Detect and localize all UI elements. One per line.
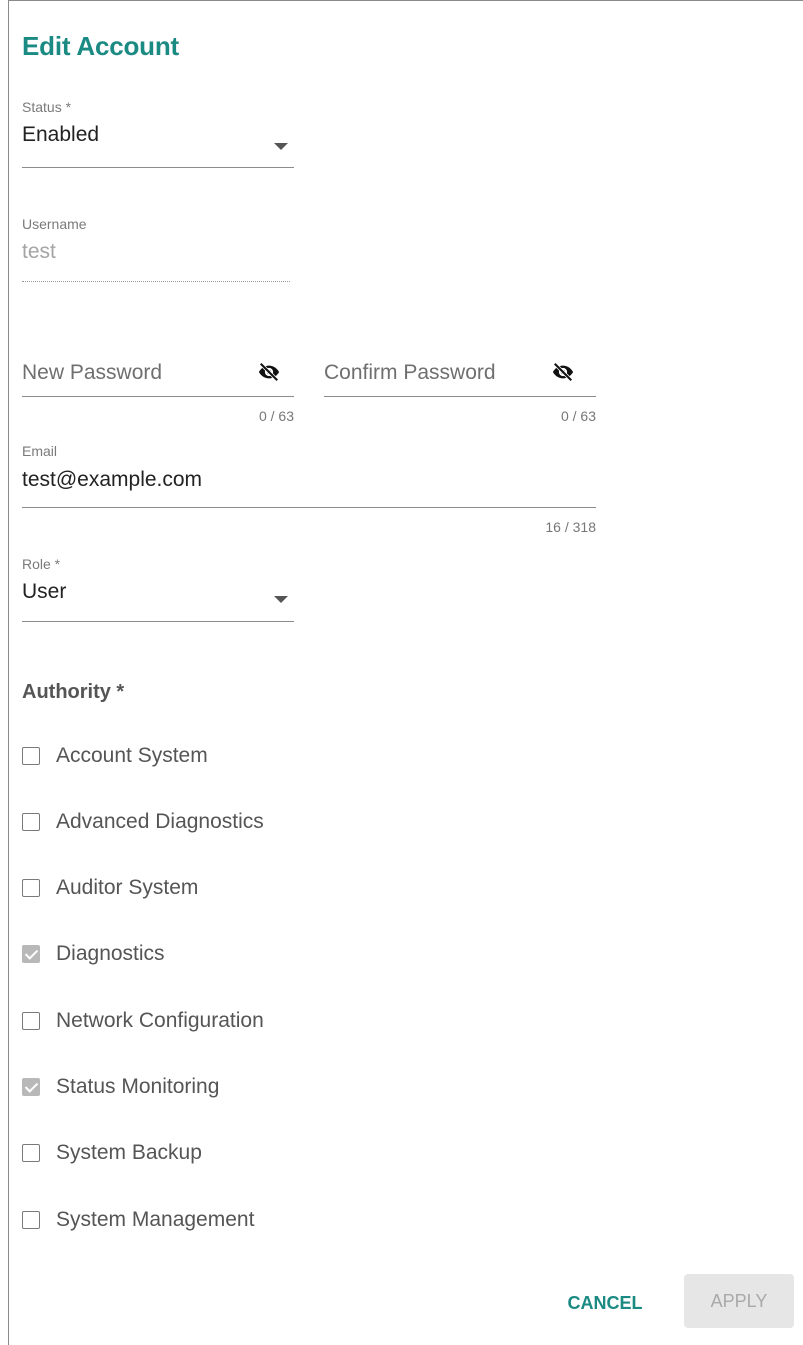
email-field[interactable]: Email test@example.com 16 / 318 [22, 443, 596, 543]
checkbox-label: Network Configuration [56, 1009, 264, 1032]
username-label: Username [22, 216, 87, 232]
username-value: test [22, 240, 56, 263]
authority-item-system-backup[interactable]: System Backup [22, 1138, 202, 1168]
authority-item-status-monitoring[interactable]: Status Monitoring [22, 1072, 219, 1102]
edit-account-dialog: Edit Account Status * Enabled Username t… [8, 0, 803, 1345]
checkbox-label: Advanced Diagnostics [56, 810, 264, 833]
authority-item-account-system[interactable]: Account System [22, 741, 208, 771]
authority-item-diagnostics[interactable]: Diagnostics [22, 939, 165, 969]
chevron-down-icon [274, 596, 288, 603]
new-password-field[interactable]: New Password 0 / 63 [22, 356, 294, 426]
checkbox-label: Status Monitoring [56, 1075, 220, 1098]
new-password-placeholder: New Password [22, 361, 163, 384]
status-select[interactable]: Status * Enabled [22, 99, 294, 169]
status-label: Status * [22, 99, 72, 115]
checkbox[interactable] [22, 747, 40, 765]
checkbox[interactable] [22, 879, 40, 897]
checkbox-label: Auditor System [56, 876, 199, 899]
checkbox[interactable] [22, 1012, 40, 1030]
eye-off-icon[interactable] [550, 361, 576, 383]
status-value: Enabled [22, 123, 100, 146]
authority-title: Authority * [22, 681, 125, 703]
authority-item-network-configuration[interactable]: Network Configuration [22, 1006, 264, 1036]
confirm-password-placeholder: Confirm Password [324, 361, 496, 384]
role-label: Role * [22, 556, 61, 572]
checkbox[interactable] [22, 1211, 40, 1229]
username-field: Username test [22, 216, 290, 286]
authority-item-auditor-system[interactable]: Auditor System [22, 873, 198, 903]
cancel-button[interactable]: CANCEL [557, 1283, 653, 1323]
confirm-password-counter: 0 / 63 [560, 408, 596, 424]
eye-off-icon[interactable] [256, 361, 282, 383]
checkbox[interactable] [22, 1144, 40, 1162]
checkbox-label: System Management [56, 1208, 255, 1231]
checkbox-label: Account System [56, 744, 208, 767]
checkbox-label: System Backup [56, 1141, 202, 1164]
checkbox-checked[interactable] [22, 1078, 40, 1096]
authority-item-system-management[interactable]: System Management [22, 1205, 254, 1235]
username-underline [22, 281, 290, 282]
confirm-password-underline [324, 396, 596, 397]
apply-button[interactable]: APPLY [684, 1274, 794, 1328]
confirm-password-field[interactable]: Confirm Password 0 / 63 [324, 356, 596, 426]
authority-item-advanced-diagnostics[interactable]: Advanced Diagnostics [22, 807, 264, 837]
role-value: User [22, 580, 67, 603]
new-password-underline [22, 396, 294, 397]
chevron-down-icon [274, 143, 288, 150]
email-underline [22, 507, 596, 508]
new-password-counter: 0 / 63 [258, 408, 294, 424]
email-value: test@example.com [22, 468, 203, 491]
checkbox-label: Diagnostics [56, 942, 165, 965]
email-counter: 16 / 318 [545, 519, 596, 535]
role-underline [22, 621, 294, 622]
status-underline [22, 167, 294, 168]
email-label: Email [22, 443, 58, 459]
role-select[interactable]: Role * User [22, 556, 294, 626]
checkbox[interactable] [22, 813, 40, 831]
checkbox-checked[interactable] [22, 945, 40, 963]
dialog-title: Edit Account [22, 31, 179, 61]
